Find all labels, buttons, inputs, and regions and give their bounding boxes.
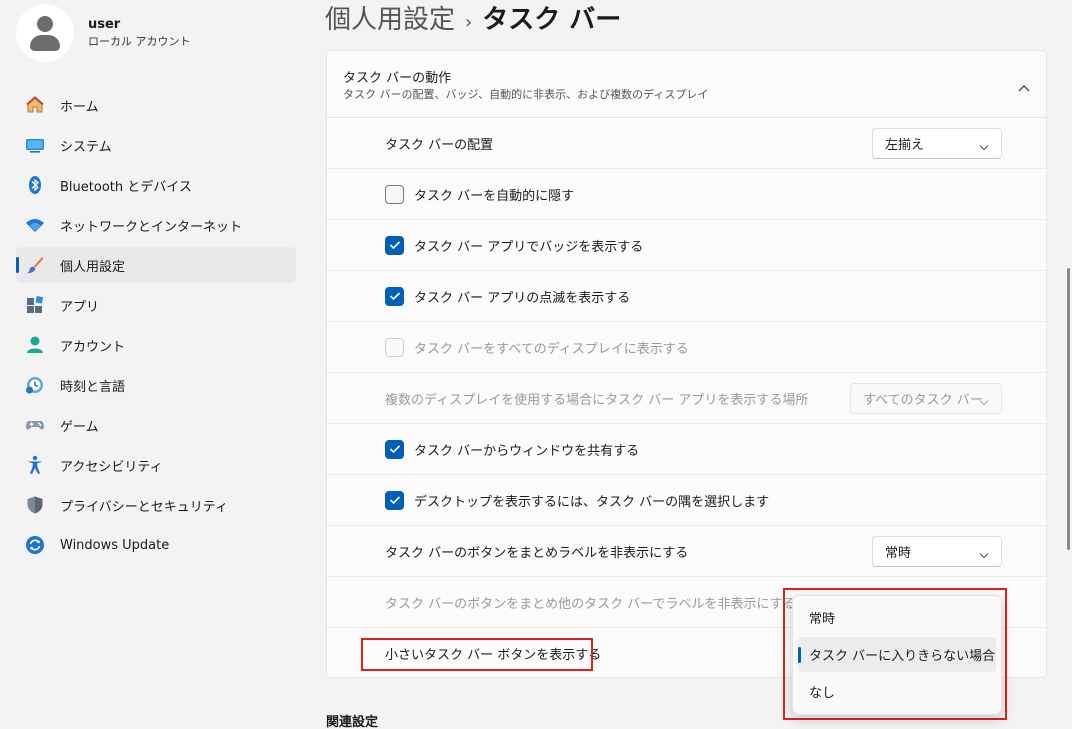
sidebar-item-label: 個人用設定: [60, 259, 126, 275]
taskbar-alignment-label: タスク バーの配置: [385, 137, 494, 153]
sidebar-item-network[interactable]: ネットワークとインターネット: [16, 207, 296, 243]
row-taskbar-alignment: タスク バーの配置 左揃え: [327, 118, 1046, 169]
row-multi-display: 複数のディスプレイを使用する場合にタスク バー アプリを表示する場所 すべてのタ…: [327, 373, 1046, 424]
sidebar-item-personalization[interactable]: 個人用設定: [16, 247, 296, 283]
badges-checkbox[interactable]: [385, 235, 404, 255]
dropdown-value: 左揃え: [885, 138, 925, 153]
brush-icon: [24, 254, 46, 276]
sidebar-item-accessibility[interactable]: アクセシビリティ: [16, 447, 296, 483]
dropdown-option-when-full[interactable]: タスク バーに入りきらない場合: [798, 637, 996, 672]
chevron-down-icon: [979, 395, 989, 410]
dropdown-option-always[interactable]: 常時: [798, 600, 996, 635]
row-flashing: タスク バー アプリの点滅を表示する: [327, 271, 1046, 322]
desktop-corner-label: デスクトップを表示するには、タスク バーの隅を選択します: [414, 494, 770, 510]
sidebar-item-bluetooth[interactable]: Bluetooth とデバイス: [16, 167, 296, 203]
row-all-displays: タスク バーをすべてのディスプレイに表示する: [327, 322, 1046, 373]
sidebar-item-label: ゲーム: [60, 419, 99, 435]
sidebar-item-label: ホーム: [60, 99, 99, 115]
sidebar-nav: ホーム システム Bluetooth とデバイス ネットワークとインターネット …: [16, 87, 296, 567]
user-profile[interactable]: user ローカル アカウント: [16, 4, 191, 62]
sidebar-item-label: アプリ: [60, 299, 100, 315]
share-window-checkbox[interactable]: [385, 439, 404, 459]
chevron-up-icon[interactable]: [1018, 77, 1030, 96]
checkmark-icon: [389, 292, 400, 301]
profile-name: user: [88, 17, 121, 32]
sidebar-item-time-language[interactable]: 時刻と言語: [16, 367, 296, 403]
accessibility-icon: [24, 454, 46, 476]
section-header[interactable]: タスク バーの動作 タスク バーの配置、バッジ、自動的に非表示、および複数のディ…: [327, 51, 1046, 118]
share-window-label: タスク バーからウィンドウを共有する: [414, 443, 640, 459]
desktop-corner-checkbox[interactable]: [385, 490, 404, 510]
scrollbar[interactable]: [1067, 268, 1070, 550]
sidebar-item-label: Bluetooth とデバイス: [60, 179, 192, 195]
sidebar-item-label: ネットワークとインターネット: [60, 219, 243, 235]
checkmark-icon: [389, 445, 400, 454]
apps-icon: [24, 294, 46, 316]
sidebar-item-label: Windows Update: [60, 537, 170, 553]
update-icon: [24, 534, 46, 556]
dropdown-value: 常時: [885, 546, 912, 561]
checkmark-icon: [389, 241, 400, 250]
sidebar-item-home[interactable]: ホーム: [16, 87, 296, 123]
checkmark-icon: [389, 496, 400, 505]
all-displays-label: タスク バーをすべてのディスプレイに表示する: [414, 341, 689, 357]
taskbar-behaviors-card: タスク バーの動作 タスク バーの配置、バッジ、自動的に非表示、および複数のディ…: [326, 50, 1047, 678]
highlight-annotation-small-buttons: [361, 638, 593, 671]
account-icon: [24, 334, 46, 356]
breadcrumb-parent[interactable]: 個人用設定: [325, 5, 455, 35]
sidebar-item-accounts[interactable]: アカウント: [16, 327, 296, 363]
small-buttons-dropdown-menu: 常時 タスク バーに入りきらない場合 なし: [792, 595, 1002, 715]
shield-icon: [24, 494, 46, 516]
breadcrumb-separator: ›: [465, 12, 473, 33]
taskbar-alignment-dropdown[interactable]: 左揃え: [872, 128, 1002, 159]
sidebar-item-system[interactable]: システム: [16, 127, 296, 163]
sidebar-item-label: 時刻と言語: [60, 379, 126, 395]
sidebar-item-label: アカウント: [60, 339, 126, 355]
multi-display-dropdown: すべてのタスク バー: [850, 383, 1002, 414]
bluetooth-icon: [24, 174, 46, 196]
row-combine-buttons: タスク バーのボタンをまとめラベルを非表示にする 常時: [327, 526, 1046, 577]
breadcrumb: 個人用設定 › タスク バー: [325, 2, 621, 41]
avatar: [16, 4, 74, 62]
dropdown-option-never[interactable]: なし: [798, 674, 996, 709]
row-share-window: タスク バーからウィンドウを共有する: [327, 424, 1046, 475]
page-title: タスク バー: [482, 5, 622, 35]
row-badges: タスク バー アプリでバッジを表示する: [327, 220, 1046, 271]
chevron-down-icon: [979, 140, 989, 155]
sidebar-item-apps[interactable]: アプリ: [16, 287, 296, 323]
flashing-checkbox[interactable]: [385, 286, 404, 306]
sidebar-item-label: アクセシビリティ: [60, 459, 163, 475]
gamepad-icon: [24, 414, 46, 436]
multi-display-label: 複数のディスプレイを使用する場合にタスク バー アプリを表示する場所: [385, 392, 809, 408]
autohide-checkbox[interactable]: [385, 184, 404, 204]
all-displays-checkbox: [385, 337, 404, 357]
related-settings-heading: 関連設定: [326, 715, 379, 729]
time-language-icon: [24, 374, 46, 396]
sidebar-item-gaming[interactable]: ゲーム: [16, 407, 296, 443]
autohide-label: タスク バーを自動的に隠す: [414, 188, 575, 204]
dropdown-value: すべてのタスク バー: [863, 393, 983, 408]
row-autohide: タスク バーを自動的に隠す: [327, 169, 1046, 220]
badges-label: タスク バー アプリでバッジを表示する: [414, 239, 644, 255]
section-subtitle: タスク バーの配置、バッジ、自動的に非表示、および複数のディスプレイ: [343, 88, 709, 101]
sidebar-item-windows-update[interactable]: Windows Update: [16, 527, 296, 563]
system-icon: [24, 134, 46, 156]
sidebar-item-privacy[interactable]: プライバシーとセキュリティ: [16, 487, 296, 523]
flashing-label: タスク バー アプリの点滅を表示する: [414, 290, 631, 306]
sidebar-item-label: プライバシーとセキュリティ: [60, 499, 228, 515]
row-desktop-corner: デスクトップを表示するには、タスク バーの隅を選択します: [327, 475, 1046, 526]
combine-buttons-dropdown[interactable]: 常時: [872, 536, 1002, 567]
combine-buttons-label: タスク バーのボタンをまとめラベルを非表示にする: [385, 545, 689, 561]
profile-account-type: ローカル アカウント: [88, 35, 191, 48]
home-icon: [24, 94, 46, 116]
combine-other-label: タスク バーのボタンをまとめ他のタスク バーでラベルを非表示にする: [385, 596, 796, 612]
wifi-icon: [24, 214, 46, 236]
chevron-down-icon: [979, 548, 989, 563]
sidebar-item-label: システム: [60, 139, 112, 155]
section-title: タスク バーの動作: [343, 71, 452, 86]
